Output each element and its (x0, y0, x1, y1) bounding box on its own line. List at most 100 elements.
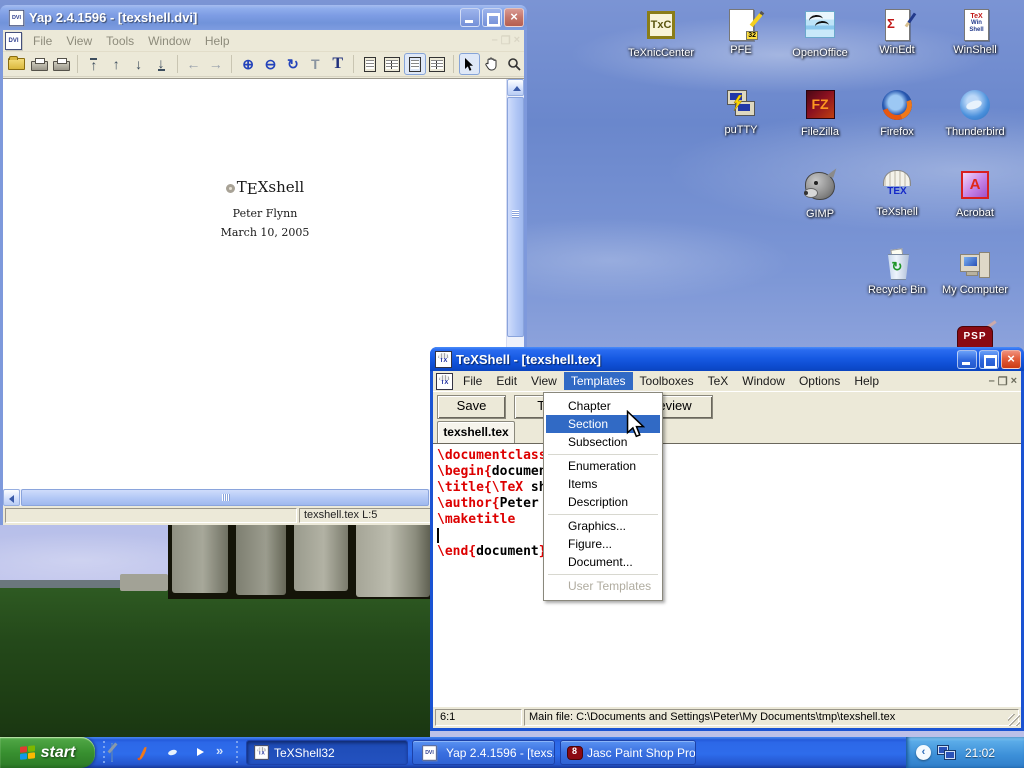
menu-separator (548, 454, 658, 455)
texshell-titlebar[interactable]: TX TeXShell - [texshell.tex] × (430, 347, 1024, 371)
scroll-left-button[interactable] (3, 489, 20, 506)
ruler-tool-icon[interactable]: T (306, 54, 325, 74)
menu-item-graphics[interactable]: Graphics... (546, 517, 660, 535)
task-button-yap[interactable]: DVI Yap 2.4.1596 - [texs... (412, 740, 555, 765)
previous-page-icon[interactable]: ↑ (107, 54, 126, 74)
menu-window[interactable]: Window (735, 372, 792, 390)
desktop-icon-thunderbird[interactable]: Thunderbird (937, 88, 1013, 138)
mdi-close-icon[interactable]: × (514, 34, 520, 47)
yap-menu-tools[interactable]: Tools (99, 32, 141, 50)
first-page-icon[interactable]: ↑ (84, 54, 103, 74)
yap-close-button[interactable]: × (504, 8, 524, 27)
menu-view[interactable]: View (524, 372, 564, 390)
mdi-restore-icon[interactable]: ❐ (501, 34, 511, 47)
print-icon[interactable] (29, 54, 48, 74)
scroll-up-button[interactable] (507, 79, 524, 96)
texshell-maximize-button[interactable] (979, 350, 999, 369)
desktop-icon-label: TeXshell (859, 206, 935, 218)
mdi-minimize-icon[interactable]: – (989, 375, 995, 388)
yap-menu-help[interactable]: Help (198, 32, 237, 50)
desktop-icon-winedt[interactable]: Σ WinEdt (859, 8, 935, 56)
texshell-minimize-button[interactable] (957, 350, 977, 369)
yap-minimize-button[interactable] (460, 8, 480, 27)
yap-toolbar: ↑ ↑ ↓ ↓ ← → ⊕ ⊖ ↻ T T (3, 52, 524, 77)
menu-item-user-templates[interactable]: User Templates (546, 577, 660, 595)
templates-dropdown-menu: Chapter Section Subsection Enumeration I… (543, 392, 663, 601)
texshell-doc-icon: TX (436, 373, 453, 390)
desktop-icon-acrobat[interactable]: A Acrobat (937, 168, 1013, 219)
desktop-icon-putty[interactable]: puTTY (703, 88, 779, 136)
latex-editor[interactable]: \documentclass{ \begin{document} \title{… (433, 443, 1021, 708)
zoom-in-icon[interactable]: ⊕ (238, 54, 257, 74)
menu-toolboxes[interactable]: Toolboxes (633, 372, 701, 390)
firefox-icon (882, 90, 912, 120)
yap-menu-window[interactable]: Window (141, 32, 198, 50)
back-icon[interactable]: ← (184, 54, 203, 74)
tray-collapse-chevron-icon[interactable]: ‹ (916, 745, 931, 760)
zoom-out-icon[interactable]: ⊖ (261, 54, 280, 74)
hand-tool-icon[interactable] (482, 54, 501, 74)
mdi-close-icon[interactable]: × (1011, 375, 1017, 388)
start-button[interactable]: start (0, 737, 95, 768)
menu-edit[interactable]: Edit (489, 372, 524, 390)
double-page-view-icon[interactable] (383, 54, 402, 74)
quick-launch-overflow-chevron[interactable]: » (216, 743, 223, 758)
menu-item-enumeration[interactable]: Enumeration (546, 457, 660, 475)
texshell-close-button[interactable]: × (1001, 350, 1021, 369)
menu-item-figure[interactable]: Figure... (546, 535, 660, 553)
single-page-view-icon[interactable] (360, 54, 379, 74)
desktop-icon-recycle-bin[interactable]: ↻ Recycle Bin (859, 248, 935, 296)
open-file-icon[interactable] (7, 54, 26, 74)
yap-menu-file[interactable]: File (26, 32, 59, 50)
continuous-double-view-icon[interactable] (428, 54, 447, 74)
text-tool-icon[interactable]: T (328, 54, 347, 74)
menu-options[interactable]: Options (792, 372, 847, 390)
filezilla-icon: FZ (806, 90, 835, 119)
mouse-cursor (626, 410, 645, 443)
desktop-icon-my-computer[interactable]: My Computer (937, 248, 1013, 296)
menu-help[interactable]: Help (847, 372, 886, 390)
desktop-icon-filezilla[interactable]: FZ FileZilla (782, 88, 858, 138)
forward-icon[interactable]: → (206, 54, 225, 74)
pointer-tool-icon[interactable] (460, 54, 479, 74)
desktop-icon-pfe[interactable]: 32 PFE (703, 8, 779, 56)
desktop-icon-firefox[interactable]: Firefox (859, 88, 935, 138)
mdi-restore-icon[interactable]: ❐ (998, 375, 1008, 388)
last-page-icon[interactable]: ↓ (151, 54, 170, 74)
horizontal-scroll-thumb[interactable] (21, 489, 429, 506)
desktop-icon-openoffice[interactable]: OpenOffice (782, 8, 858, 59)
menu-item-items[interactable]: Items (546, 475, 660, 493)
menu-templates[interactable]: Templates (564, 372, 633, 390)
resize-grip[interactable] (1008, 714, 1020, 726)
print-setup-icon[interactable] (52, 54, 71, 74)
yap-maximize-button[interactable] (482, 8, 502, 27)
vertical-scroll-thumb[interactable] (507, 97, 524, 337)
tab-texshell-tex[interactable]: texshell.tex (437, 421, 515, 444)
menu-file[interactable]: File (456, 372, 489, 390)
save-button[interactable]: Save (437, 395, 506, 419)
desktop-icon-texniccenter[interactable]: TxC TeXnicCenter (623, 8, 699, 59)
desktop-icon-gimp[interactable]: GIMP (782, 168, 858, 220)
refresh-icon[interactable]: ↻ (283, 54, 302, 74)
texshell-task-icon: TX (254, 745, 268, 759)
my-computer-icon (958, 248, 992, 282)
quick-launch-show-desktop-icon[interactable] (111, 743, 113, 762)
network-status-icon[interactable] (937, 745, 957, 761)
yap-menu-view[interactable]: View (59, 32, 99, 50)
yap-task-icon: DVI (422, 745, 436, 760)
desktop-icon-label: Firefox (859, 126, 935, 138)
magnifier-tool-icon[interactable] (505, 54, 524, 74)
openoffice-icon (805, 11, 835, 38)
menu-item-document[interactable]: Document... (546, 553, 660, 571)
menu-item-description[interactable]: Description (546, 493, 660, 511)
task-button-paintshoppro[interactable]: Jasc Paint Shop Pro (560, 740, 696, 765)
next-page-icon[interactable]: ↓ (129, 54, 148, 74)
task-button-texshell32[interactable]: TX TeXShell32 (246, 740, 408, 765)
yap-titlebar[interactable]: DVI Yap 2.4.1596 - [texshell.dvi] × (0, 5, 527, 30)
menu-tex[interactable]: TeX (701, 372, 736, 390)
desktop-icon-texshell[interactable]: TEX TeXshell (859, 168, 935, 218)
taskbar-separator (103, 741, 105, 764)
continuous-view-icon[interactable] (405, 54, 424, 74)
desktop-icon-winshell[interactable]: TeXWinShell WinShell (937, 8, 1013, 56)
mdi-minimize-icon[interactable]: – (492, 34, 498, 47)
